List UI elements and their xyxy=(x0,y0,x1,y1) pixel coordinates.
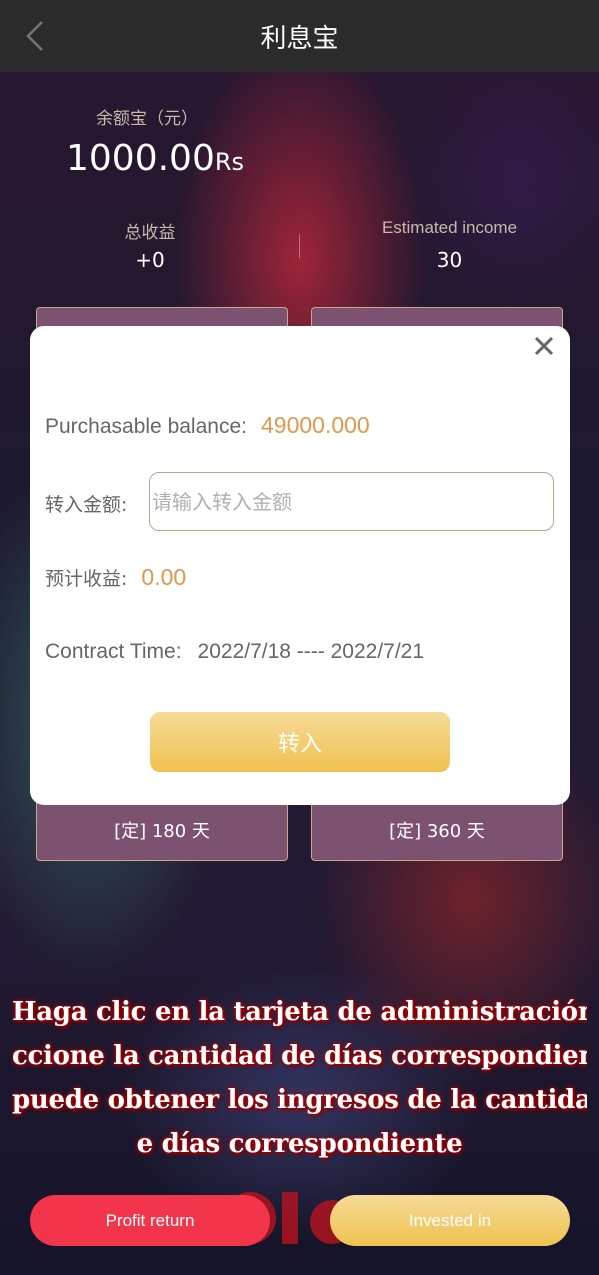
close-icon[interactable] xyxy=(532,334,556,358)
notice-line: Haga clic en la tarjeta de administració… xyxy=(12,997,587,1027)
notice-line: puede obtener los ingresos de la cantida… xyxy=(12,1085,587,1115)
purchasable-balance-value: 49000.000 xyxy=(260,412,370,438)
total-income-label: 总收益 xyxy=(124,223,176,243)
estimated-earnings-label: 预计收益: xyxy=(45,568,128,590)
page-title: 利息宝 xyxy=(260,23,339,54)
invested-in-button[interactable]: Invested in xyxy=(330,1195,570,1246)
total-income-value: +0 xyxy=(135,248,165,272)
notice-line: e días correspondiente xyxy=(136,1129,463,1159)
plan-360-label: [定] 360 天 xyxy=(389,820,485,842)
purchasable-balance-label: Purchasable balance: xyxy=(45,415,247,438)
notice-line: ccione la cantidad de días correspondien… xyxy=(12,1041,587,1071)
transfer-in-button[interactable]: 转入 xyxy=(150,712,450,772)
plan-card-180-days[interactable]: [定] 180 天 xyxy=(36,798,288,861)
balance-unit: Rs xyxy=(214,148,245,176)
plan-card-360-days[interactable]: [定] 360 天 xyxy=(311,798,563,861)
amount-input[interactable] xyxy=(149,472,554,531)
balance-amount: 1000.00 xyxy=(66,138,215,179)
estimated-income-value: 30 xyxy=(436,248,463,272)
profit-return-button[interactable]: Profit return xyxy=(30,1195,270,1246)
estimated-income-label: Estimated income xyxy=(381,218,518,237)
plan-180-label: [定] 180 天 xyxy=(114,820,210,842)
contract-time-label: Contract Time: xyxy=(45,640,182,663)
purchasable-balance-row: Purchasable balance: 49000.000 xyxy=(45,412,370,439)
amount-label: 转入金额: xyxy=(45,494,128,516)
contract-time-row: Contract Time: 2022/7/18 ---- 2022/7/21 xyxy=(45,640,424,664)
estimated-earnings-value: 0.00 xyxy=(141,564,187,590)
chevron-left-icon[interactable] xyxy=(22,18,52,54)
top-bar: 利息宝 xyxy=(0,0,599,72)
contract-time-value: 2022/7/18 ---- 2022/7/21 xyxy=(197,640,425,663)
balance-value: 1000.00Rs xyxy=(66,138,244,179)
balance-label: 余额宝（元） xyxy=(96,109,198,129)
notice-text: Haga clic en la tarjeta de administració… xyxy=(12,990,587,1166)
transfer-modal: Purchasable balance: 49000.000 转入金额: 预计收… xyxy=(30,326,570,805)
estimated-earnings-row: 预计收益: 0.00 xyxy=(45,564,186,591)
